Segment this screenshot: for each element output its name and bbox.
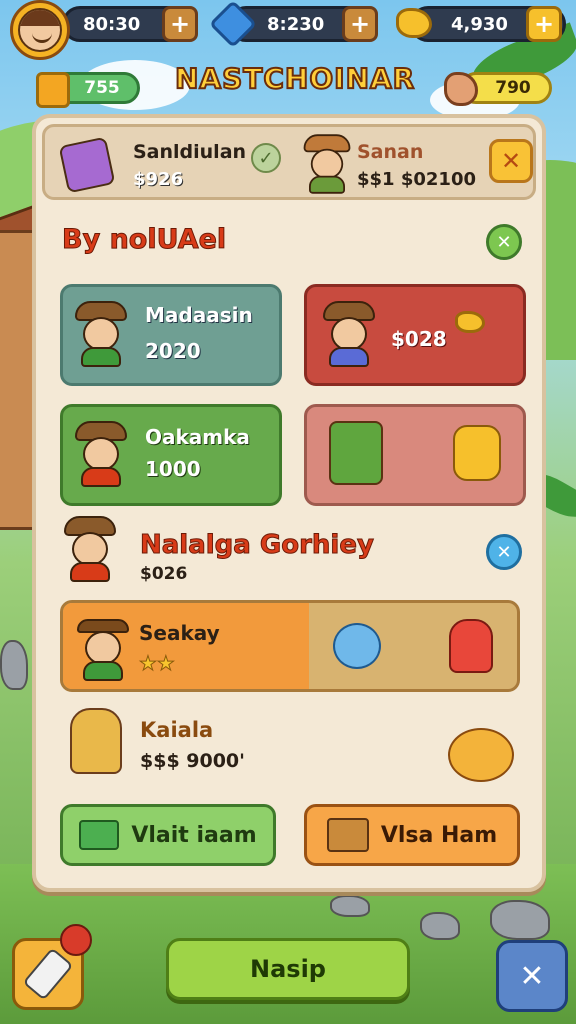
visit-team-label: Vlait iaam <box>131 822 257 848</box>
gold-value: 4,930 <box>451 13 508 35</box>
fuel-icon <box>36 72 70 108</box>
fuel-value: 755 <box>84 78 120 98</box>
yellow-character-icon <box>70 708 122 774</box>
visit-team-button[interactable]: Vlait iaam <box>60 804 276 866</box>
notification-badge <box>60 924 92 956</box>
section-2-toggle-button[interactable]: ✕ <box>486 534 522 570</box>
portrait-icon <box>58 136 116 194</box>
check-icon: ✓ <box>251 143 281 173</box>
add-gems-button[interactable]: + <box>342 6 378 42</box>
game-title: NASTCHOINAR <box>174 61 416 96</box>
coins-value: 80:30 <box>83 13 141 35</box>
add-gold-button[interactable]: + <box>526 6 562 42</box>
rock <box>420 912 460 940</box>
lantern-icon <box>329 421 383 485</box>
gold-icon <box>396 8 432 38</box>
main-action-button[interactable]: Nasip <box>166 938 410 1000</box>
shop-card-items[interactable] <box>304 404 526 506</box>
gems-value: 8:230 <box>267 13 325 35</box>
top-bar: 80:30 + 8:230 + 4,930 + <box>0 0 576 60</box>
section-2-price: $026 <box>140 564 188 584</box>
item-price: $$$ 9000' <box>140 750 245 772</box>
header-card: Sanldiulan $926 ✓ Sanan $$1 $02100 ✕ <box>42 124 536 200</box>
explorer-character-icon <box>60 516 120 582</box>
rock <box>490 900 550 940</box>
card-value: 1000 <box>145 457 201 481</box>
crossed-tools-icon: ✕ <box>519 958 545 994</box>
avatar-face-icon <box>18 8 62 52</box>
explorer-character-icon <box>73 615 133 681</box>
card-name: Madaasin <box>145 303 253 327</box>
pastry-creature-icon <box>448 728 514 782</box>
toast-icon <box>453 425 501 481</box>
section-title-2: Nalalga Gorhiey <box>140 530 375 561</box>
featured-name: Seakay <box>139 621 220 645</box>
item-name: Kaiala <box>140 718 214 742</box>
header-right-price: $$1 $02100 <box>357 169 476 190</box>
player-avatar[interactable] <box>10 0 70 60</box>
settings-button[interactable]: ✕ <box>496 940 568 1012</box>
explorer-character-icon <box>71 301 131 367</box>
cargo-value: 790 <box>495 78 531 98</box>
star-rating-icon: ★★ <box>139 651 176 676</box>
card-value: $028 <box>391 327 447 351</box>
section-title-1: By nolUAel <box>61 224 227 256</box>
shop-card-oakamka[interactable]: Oakamka 1000 <box>60 404 282 506</box>
crown-creature-icon <box>449 619 493 673</box>
blue-creature-icon <box>333 623 381 669</box>
header-left-price: $926 <box>133 169 184 190</box>
explorer-character-icon <box>319 301 379 367</box>
rock <box>330 895 370 917</box>
explorer-character-icon <box>71 421 131 487</box>
featured-card[interactable]: Seakay ★★ <box>60 600 520 692</box>
crate-icon <box>326 818 369 852</box>
visa-ham-label: Vlsa Ham <box>380 822 498 848</box>
main-action-label: Nasip <box>250 955 326 983</box>
visa-ham-button[interactable]: Vlsa Ham <box>304 804 520 866</box>
section-1-toggle-button[interactable]: ✕ <box>486 224 522 260</box>
shop-card-offer[interactable]: $028 <box>304 284 526 386</box>
card-value: 2020 <box>145 339 201 363</box>
gold-nugget-icon <box>455 311 485 333</box>
cash-icon <box>79 820 120 850</box>
shop-card-madaasin[interactable]: Madaasin 2020 <box>60 284 282 386</box>
card-name: Oakamka <box>145 425 250 449</box>
bottle-icon <box>22 947 74 1001</box>
close-button[interactable]: ✕ <box>489 139 533 183</box>
rock <box>0 640 28 690</box>
add-coins-button[interactable]: + <box>162 6 198 42</box>
shop-panel: Sanldiulan $926 ✓ Sanan $$1 $02100 ✕ By … <box>32 114 546 892</box>
header-right-name: Sanan <box>357 141 424 163</box>
header-left-name: Sanldiulan <box>133 141 247 163</box>
cargo-icon <box>444 72 478 106</box>
merchant-character-icon <box>300 134 354 194</box>
